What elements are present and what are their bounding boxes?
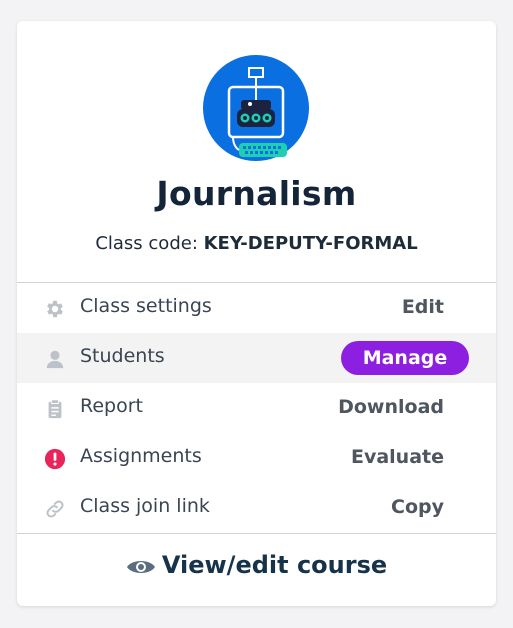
view-edit-course-button[interactable]: View/edit course — [17, 551, 496, 579]
class-code: Class code: KEY-DEPUTY-FORMAL — [17, 233, 496, 254]
row-class-join-link: Class join link Copy — [17, 483, 496, 533]
row-label: Class join link — [80, 495, 210, 517]
link-icon — [44, 498, 66, 520]
copy-button[interactable]: Copy — [391, 496, 444, 518]
row-class-settings: Class settings Edit — [17, 283, 496, 333]
row-label: Class settings — [80, 295, 212, 317]
divider — [17, 533, 496, 534]
class-code-value: KEY-DEPUTY-FORMAL — [203, 233, 418, 254]
class-card: Journalism Class code: KEY-DEPUTY-FORMAL… — [17, 21, 496, 606]
row-assignments: Assignments Evaluate — [17, 433, 496, 483]
evaluate-button[interactable]: Evaluate — [351, 446, 444, 468]
row-label: Students — [80, 345, 165, 367]
eye-icon — [126, 561, 155, 573]
row-label: Report — [80, 395, 143, 417]
robot-icon — [203, 55, 309, 161]
edit-button[interactable]: Edit — [402, 296, 444, 318]
class-avatar — [203, 55, 309, 161]
class-code-label: Class code: — [95, 233, 204, 254]
row-label: Assignments — [80, 445, 202, 467]
view-edit-course-label: View/edit course — [161, 551, 388, 579]
gear-icon — [44, 298, 66, 320]
alert-icon — [44, 448, 66, 470]
person-icon — [44, 348, 66, 370]
manage-button[interactable]: Manage — [341, 341, 469, 375]
clipboard-icon — [44, 398, 66, 420]
class-title: Journalism — [156, 174, 357, 213]
row-report: Report Download — [17, 383, 496, 433]
row-students: Students Manage — [17, 333, 496, 383]
download-button[interactable]: Download — [338, 396, 444, 418]
